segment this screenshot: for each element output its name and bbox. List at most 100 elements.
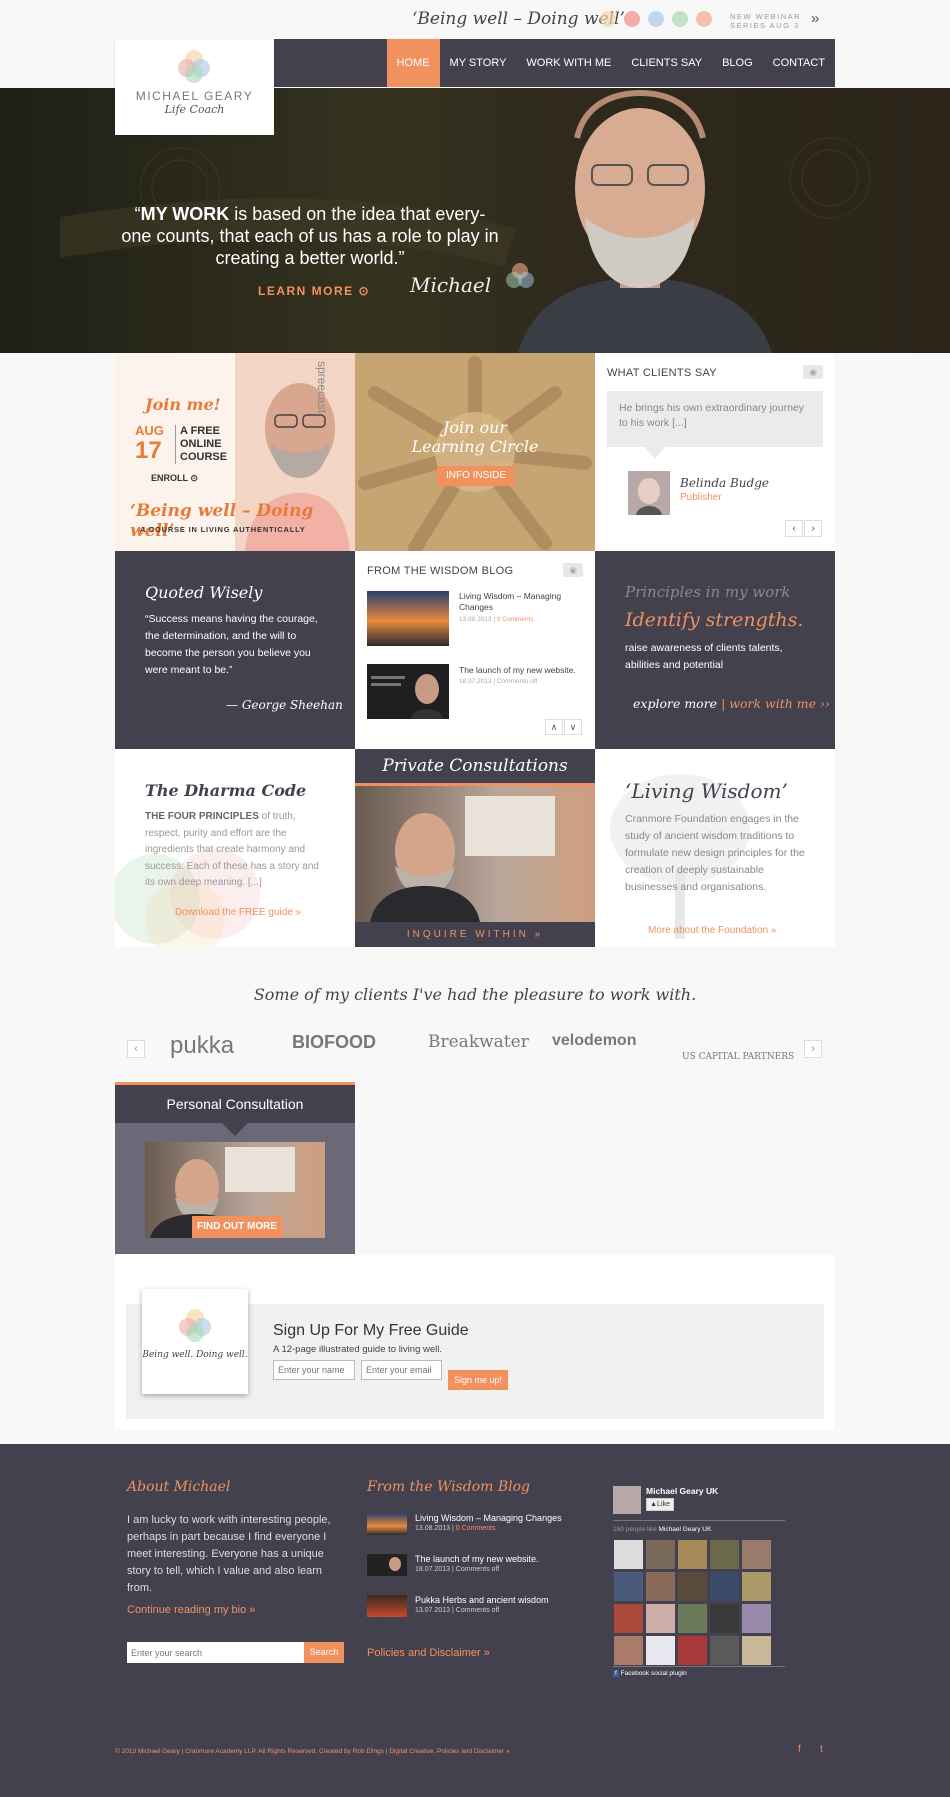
- clients-next-icon[interactable]: ›: [804, 1040, 822, 1058]
- download-guide-link[interactable]: Download the FREE guide »: [175, 907, 301, 918]
- prev-arrow-icon[interactable]: ‹: [785, 520, 803, 537]
- blog-thumb-website[interactable]: [367, 664, 449, 719]
- play-icon: ⊙: [190, 473, 198, 483]
- logo-circles-icon: [178, 50, 210, 83]
- signup-email-input[interactable]: [361, 1360, 442, 1380]
- next-arrow-icon[interactable]: ›: [804, 520, 822, 537]
- facebook-widget: Michael Geary UK ▲Like 160 people like M…: [613, 1486, 785, 1677]
- blog-post-title[interactable]: Living Wisdom – Managing Changes: [459, 591, 579, 613]
- logo-subtitle: Life Coach: [164, 103, 225, 116]
- find-out-more-button[interactable]: FIND OUT MORE: [192, 1216, 282, 1238]
- fb-faces-grid: [614, 1540, 771, 1665]
- personal-title: Personal Consultation: [115, 1085, 355, 1123]
- client-logo-breakwater: Breakwater: [428, 1032, 529, 1052]
- twitter-icon[interactable]: t: [820, 1744, 823, 1755]
- footer-blog-post[interactable]: The launch of my new website. 18.07.2013…: [367, 1554, 587, 1576]
- eye-icon[interactable]: ◉: [803, 365, 823, 379]
- principles-headline: Identify strengths.: [625, 609, 804, 631]
- webinar-arrow-icon[interactable]: »: [811, 10, 819, 27]
- nav-my-story[interactable]: MY STORY: [440, 39, 517, 87]
- footer-blog-thumb: [367, 1513, 407, 1535]
- blog-post-meta: 18.07.2013 | Comments off: [459, 678, 538, 685]
- quote-author: — George Sheehan: [226, 698, 343, 712]
- blog-post-meta: 13.08.2013 | 0 Comments: [459, 616, 534, 623]
- book-title: Being well. Doing well.: [142, 1350, 248, 1360]
- testimonial-quote: He brings his own extraordinary journey …: [607, 391, 823, 447]
- fb-count: 160 people like Michael Geary UK: [613, 1526, 712, 1533]
- copyright: © 2013 Michael Geary | Cranmore Academy …: [115, 1748, 510, 1755]
- webinar-announcement[interactable]: NEW WEBINAR SERIES AUG 3: [730, 12, 801, 30]
- client-logo-pukka: pukka: [170, 1032, 235, 1059]
- color-dot-icon[interactable]: [696, 11, 712, 27]
- nav-contact[interactable]: CONTACT: [763, 39, 835, 87]
- blog-post-title[interactable]: The launch of my new website.: [459, 665, 579, 675]
- nav-work-with-me[interactable]: WORK WITH ME: [516, 39, 621, 87]
- tagline: ‘Being well – Doing well’: [412, 9, 625, 29]
- personal-consultation-tile[interactable]: Personal Consultation FIND OUT MORE: [115, 1082, 355, 1254]
- down-arrow-icon[interactable]: ∨: [564, 719, 582, 735]
- learning-circle-heading: Join our Learning Circle: [411, 418, 539, 456]
- about-text: I am lucky to work with interesting peop…: [127, 1514, 331, 1594]
- fb-avatar: [613, 1486, 641, 1514]
- foundation-link[interactable]: More about the Foundation »: [648, 925, 776, 936]
- principles-tile: Principles in my work Identify strengths…: [595, 551, 835, 749]
- footer-blog-post[interactable]: Pukka Herbs and ancient wisdom 13.07.201…: [367, 1595, 587, 1617]
- footer-blog-post[interactable]: Living Wisdom – Managing Changes 13.08.2…: [367, 1513, 587, 1535]
- fb-like-button[interactable]: ▲Like: [646, 1498, 674, 1511]
- learn-more-link[interactable]: LEARN MORE ⊙: [258, 284, 370, 298]
- principles-title: Principles in my work: [625, 583, 791, 601]
- facebook-icon[interactable]: f: [798, 1744, 801, 1755]
- inquire-within-button[interactable]: INQUIRE WITHIN »: [355, 922, 595, 947]
- dharma-title: The Dharma Code: [145, 781, 307, 800]
- clients-say-title: WHAT CLIENTS SAY: [607, 367, 717, 379]
- footer-search-button[interactable]: Search: [304, 1642, 344, 1663]
- site-logo[interactable]: MICHAEL GEARY Life Coach: [115, 39, 274, 135]
- quoted-wisely-tile: Quoted Wisely “Success means having the …: [115, 551, 355, 749]
- course-join: Join me!: [145, 395, 221, 414]
- title-pointer: [222, 1123, 248, 1136]
- footer-blog-thumb: [367, 1554, 407, 1576]
- nav-home[interactable]: HOME: [386, 39, 440, 87]
- blog-thumb-sunset[interactable]: [367, 591, 449, 646]
- bio-link[interactable]: Continue reading my bio »: [127, 1604, 255, 1616]
- course-month: AUG: [135, 423, 164, 438]
- color-dot-icon[interactable]: [672, 11, 688, 27]
- course-label: A FREE ONLINE COURSE: [175, 425, 227, 464]
- client-role: Publisher: [680, 492, 722, 503]
- client-logo-biofood: BIOFOOD: [292, 1032, 376, 1052]
- signup-subtitle: A 12-page illustrated guide to living we…: [273, 1344, 442, 1355]
- hero-portrait: [475, 88, 805, 353]
- hero-quote: “MY WORK is based on the idea that every…: [121, 204, 499, 268]
- learning-circle-tile[interactable]: Join our Learning Circle INFO INSIDE: [355, 353, 595, 551]
- living-wisdom-tile: ‘Living Wisdom’ Cranmore Foundation enga…: [595, 749, 835, 947]
- nav-blog[interactable]: BLOG: [712, 39, 763, 87]
- up-arrow-icon[interactable]: ∧: [545, 719, 563, 735]
- signup-button[interactable]: Sign me up!: [448, 1370, 508, 1390]
- enroll-button[interactable]: ENROLL ⊙: [151, 473, 198, 484]
- nav-clients-say[interactable]: CLIENTS SAY: [621, 39, 712, 87]
- policies-link[interactable]: Policies and Disclaimer »: [367, 1647, 490, 1659]
- color-dot-icon[interactable]: [648, 11, 664, 27]
- footer-search-input[interactable]: [127, 1642, 305, 1663]
- thumbs-up-icon: ▲: [650, 1501, 658, 1508]
- color-dot-icon[interactable]: [600, 11, 616, 27]
- eye-icon[interactable]: ◉: [563, 563, 583, 577]
- fb-page-name[interactable]: Michael Geary UK: [646, 1486, 718, 1496]
- color-dot-icon[interactable]: [624, 11, 640, 27]
- fb-bottom-divider: [613, 1666, 785, 1667]
- signup-name-input[interactable]: [273, 1360, 355, 1380]
- private-consultations-tile[interactable]: Private Consultations INQUIRE WITHIN »: [355, 749, 595, 947]
- info-inside-button[interactable]: INFO INSIDE: [437, 466, 515, 486]
- course-promo-tile[interactable]: Join me! AUG 17 A FREE ONLINE COURSE ENR…: [115, 353, 355, 551]
- course-subtitle: A COURSE IN LIVING AUTHENTICALLY: [140, 525, 306, 534]
- explore-links: explore more | work with me ››: [633, 696, 830, 711]
- clients-say-tile: WHAT CLIENTS SAY ◉ He brings his own ext…: [595, 353, 835, 551]
- main-nav: HOME MY STORY WORK WITH ME CLIENTS SAY B…: [274, 39, 835, 87]
- course-tagline: ‘Being well – Doing well’: [130, 501, 314, 541]
- client-avatar: [628, 471, 670, 515]
- top-bar: ‘Being well – Doing well’ NEW WEBINAR SE…: [0, 0, 950, 40]
- quote-text: “Success means having the courage, the d…: [145, 613, 318, 676]
- footer: [0, 1444, 950, 1797]
- clients-prev-icon[interactable]: ‹: [127, 1040, 145, 1058]
- spreecast-logo: spreecast: [315, 361, 329, 414]
